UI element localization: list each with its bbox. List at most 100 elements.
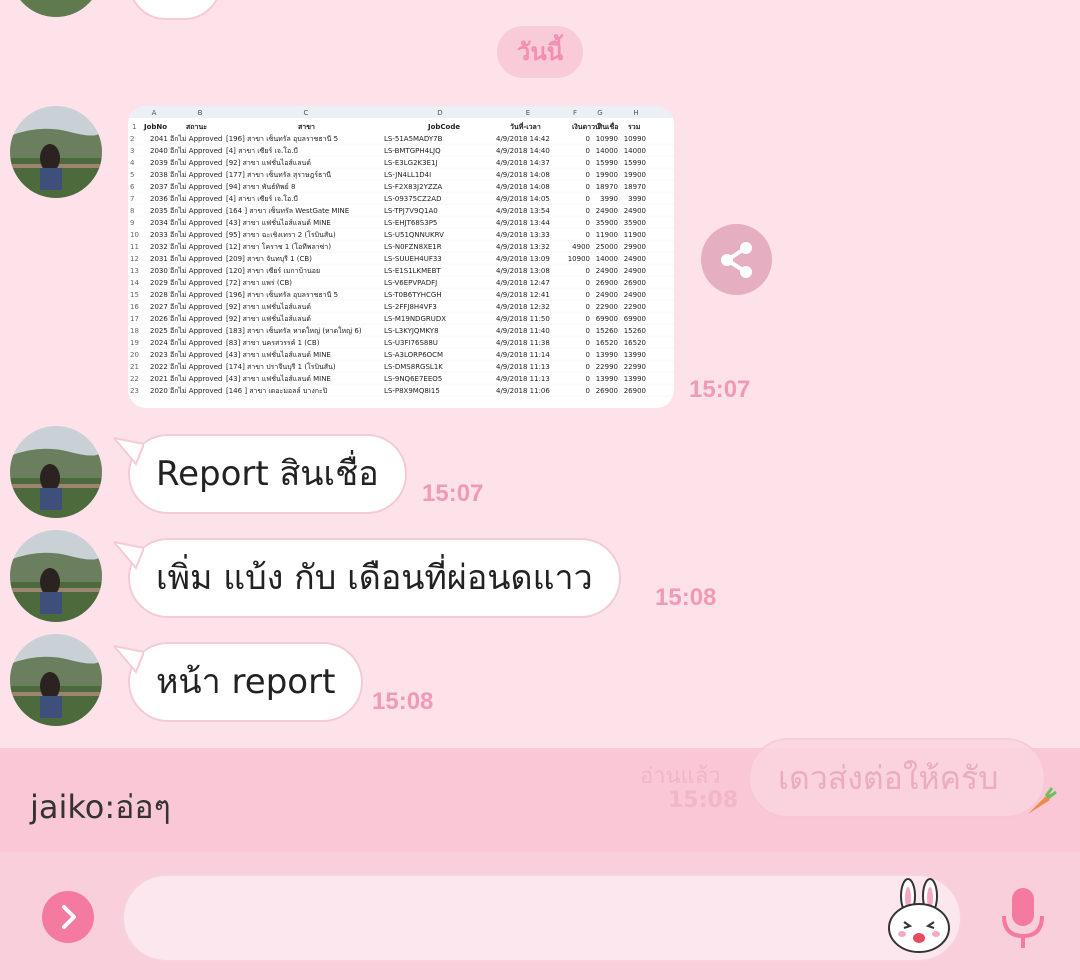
sheet-cell: 13990 [596,375,618,383]
avatar[interactable] [10,0,102,17]
expand-button[interactable] [42,891,94,943]
sheet-cell: 2040 [150,147,168,155]
sheet-cell: 0 [586,171,590,179]
sheet-cell: JobNo [143,123,167,131]
reply-preview[interactable]: อ่านแล้ว 15:08 เดวส่งต่อให้ครับ jaiko:อ่… [0,738,1080,852]
sheet-cell: 26900 [596,279,618,287]
sheet-cell: [95] สาขา ฉะเชิงเทรา 2 (โรบินสัน) [226,230,336,239]
sheet-cell: [177] สาขา เซ็นทรัล สุราษฎร์ธานี [226,170,331,179]
sheet-cell: เงินดาวน์ [572,122,600,131]
sheet-cell: 2023 [150,351,168,359]
image-message-spreadsheet[interactable]: A B C D E F G H 1 JobNo สถานะ สาขา JobCode วันที่-เวล… [128,106,674,408]
chevron-right-icon [62,905,76,929]
message-input[interactable] [122,874,962,962]
sheet-cell: LS-F2X83J2YZZA [384,183,442,191]
sheet-cell: 14000 [596,255,618,263]
avatar[interactable] [10,530,102,622]
sheet-cell: 69900 [596,315,618,323]
avatar[interactable] [10,106,102,198]
sheet-cell: 25000 [596,243,618,251]
sheet-cell: 14 [130,279,139,287]
sheet-cell: [92] สาขา แฟชั่นไอส์แลนด์ [226,302,311,311]
message-bubble[interactable]: เพิ่ม แบ้ง กับ เดือนที่ผ่อนดแาว [114,538,621,618]
bubble-tail [114,644,144,674]
sheet-cell: สถานะ [186,123,207,131]
sheet-cell: 0 [586,279,590,287]
sheet-cell: LS-DMS8RGSL1K [384,363,443,371]
sheet-cell: 2039 [150,159,168,167]
sheet-cell: 4/9/2018 11:13 [496,363,550,371]
sheet-cell: [83] สาขา นครสวรรค์ 1 (CB) [226,339,320,347]
avatar[interactable] [10,426,102,518]
sheet-cell: 2026 [150,315,168,323]
sheet-cell: 12 [130,255,139,263]
sheet-cell: อีกไม่ Approved [170,374,222,383]
sheet-cell: 10990 [596,135,618,143]
sheet-cell: 4/9/2018 13:44 [496,219,550,227]
sheet-cell: LS-M19NDGRUDX [384,315,446,323]
avatar[interactable] [10,634,102,726]
sheet-cell: 14000 [596,147,618,155]
sheet-cell: อีกไม่ Approved [170,254,222,263]
bunny-sticker-icon [888,878,950,953]
sheet-cell: 0 [586,291,590,299]
sheet-cell: 4900 [572,243,590,251]
sheet-cell: 3990 [628,195,646,203]
sheet-cell: 0 [586,147,590,155]
sheet-cell: 4/9/2018 11:13 [496,375,550,383]
chat-area[interactable]: วันนี้ A B C D E F G H 1 JobNo สถานะ สาขา JobCode วัน… [0,0,1080,748]
message-time: 15:07 [422,480,484,507]
sheet-cell: 19900 [624,171,646,179]
share-button[interactable] [701,224,772,295]
sheet-cell: LS-JN4LL1D4I [384,171,431,179]
sheet-cell: 10990 [624,135,646,143]
sheet-cell: 0 [586,375,590,383]
sheet-cell: 24900 [624,207,646,215]
sheet-cell: [92] สาขา แฟชั่นไอส์แลนด์ [226,314,311,323]
sheet-cell: LS-U51QNNUKRV [384,231,444,239]
sheet-cell: 22900 [624,303,646,311]
sheet-cell: อีกไม่ Approved [170,170,222,179]
message-bubble[interactable]: หน้า report [114,642,364,722]
sheet-cell: 15990 [624,159,646,167]
sheet-cell: 15260 [596,327,618,335]
microphone-icon [1002,888,1044,948]
sheet-cell: 11900 [596,231,618,239]
sheet-cell: 0 [586,183,590,191]
sheet-cell: 19900 [596,171,618,179]
sheet-cell: 2028 [150,291,168,299]
sheet-cell: 4/9/2018 14:42 [496,135,550,143]
sticker-button[interactable] [886,878,952,954]
sheet-cell: 4/9/2018 13:08 [496,267,550,275]
sheet-cell: 24900 [624,255,646,263]
sheet-cell: LS-E3LG2K3E1J [384,159,438,167]
voice-button[interactable] [998,886,1048,950]
ghost-sent-text: เดวส่งต่อให้ครับ [778,759,999,797]
sheet-cell: 4/9/2018 13:33 [496,231,550,239]
message-bubble[interactable]: Report สินเชื่อ [114,434,407,514]
sheet-cell: 11 [130,243,139,251]
sheet-cell: [196] สาขา เซ็นทรัล อุบลราชธานี 5 [226,134,338,143]
sheet-cell: 18970 [596,183,618,191]
sheet-cell: [209] สาขา จันทบุรี 1 (CB) [226,255,312,263]
sheet-cell: [43] สาขา แฟชั่นไอส์แลนด์ MINE [226,218,331,227]
sheet-cell: 10900 [568,255,590,263]
sheet-cell: 4/9/2018 11:40 [496,327,550,335]
sheet-cell: 13 [130,267,139,275]
sheet-cell: 15990 [596,159,618,167]
sheet-cell: 0 [586,267,590,275]
sheet-cell: 24900 [596,267,618,275]
sheet-cell: 4/9/2018 14:08 [496,183,550,191]
sheet-cell: 22 [130,375,139,383]
sheet-cell: 4/9/2018 13:09 [496,255,550,263]
sheet-cell: [196] สาขา เซ็นทรัล อุบลราชธานี 5 [226,290,338,299]
sheet-cell: [146 ] สาขา เดอะมอลล์ บางกะปิ [226,387,328,395]
sheet-cell: 2037 [150,183,168,191]
sheet-cell: 4/9/2018 14:37 [496,159,550,167]
column-letter-bar [128,106,674,118]
sheet-cell: 11900 [624,231,646,239]
sheet-cell: 3 [130,147,134,155]
sheet-cell: [4] สาขา เซียร์ เจ.โอ.บี [226,146,298,155]
sheet-cell: 23 [130,387,139,395]
sheet-cell: 8 [130,207,134,215]
